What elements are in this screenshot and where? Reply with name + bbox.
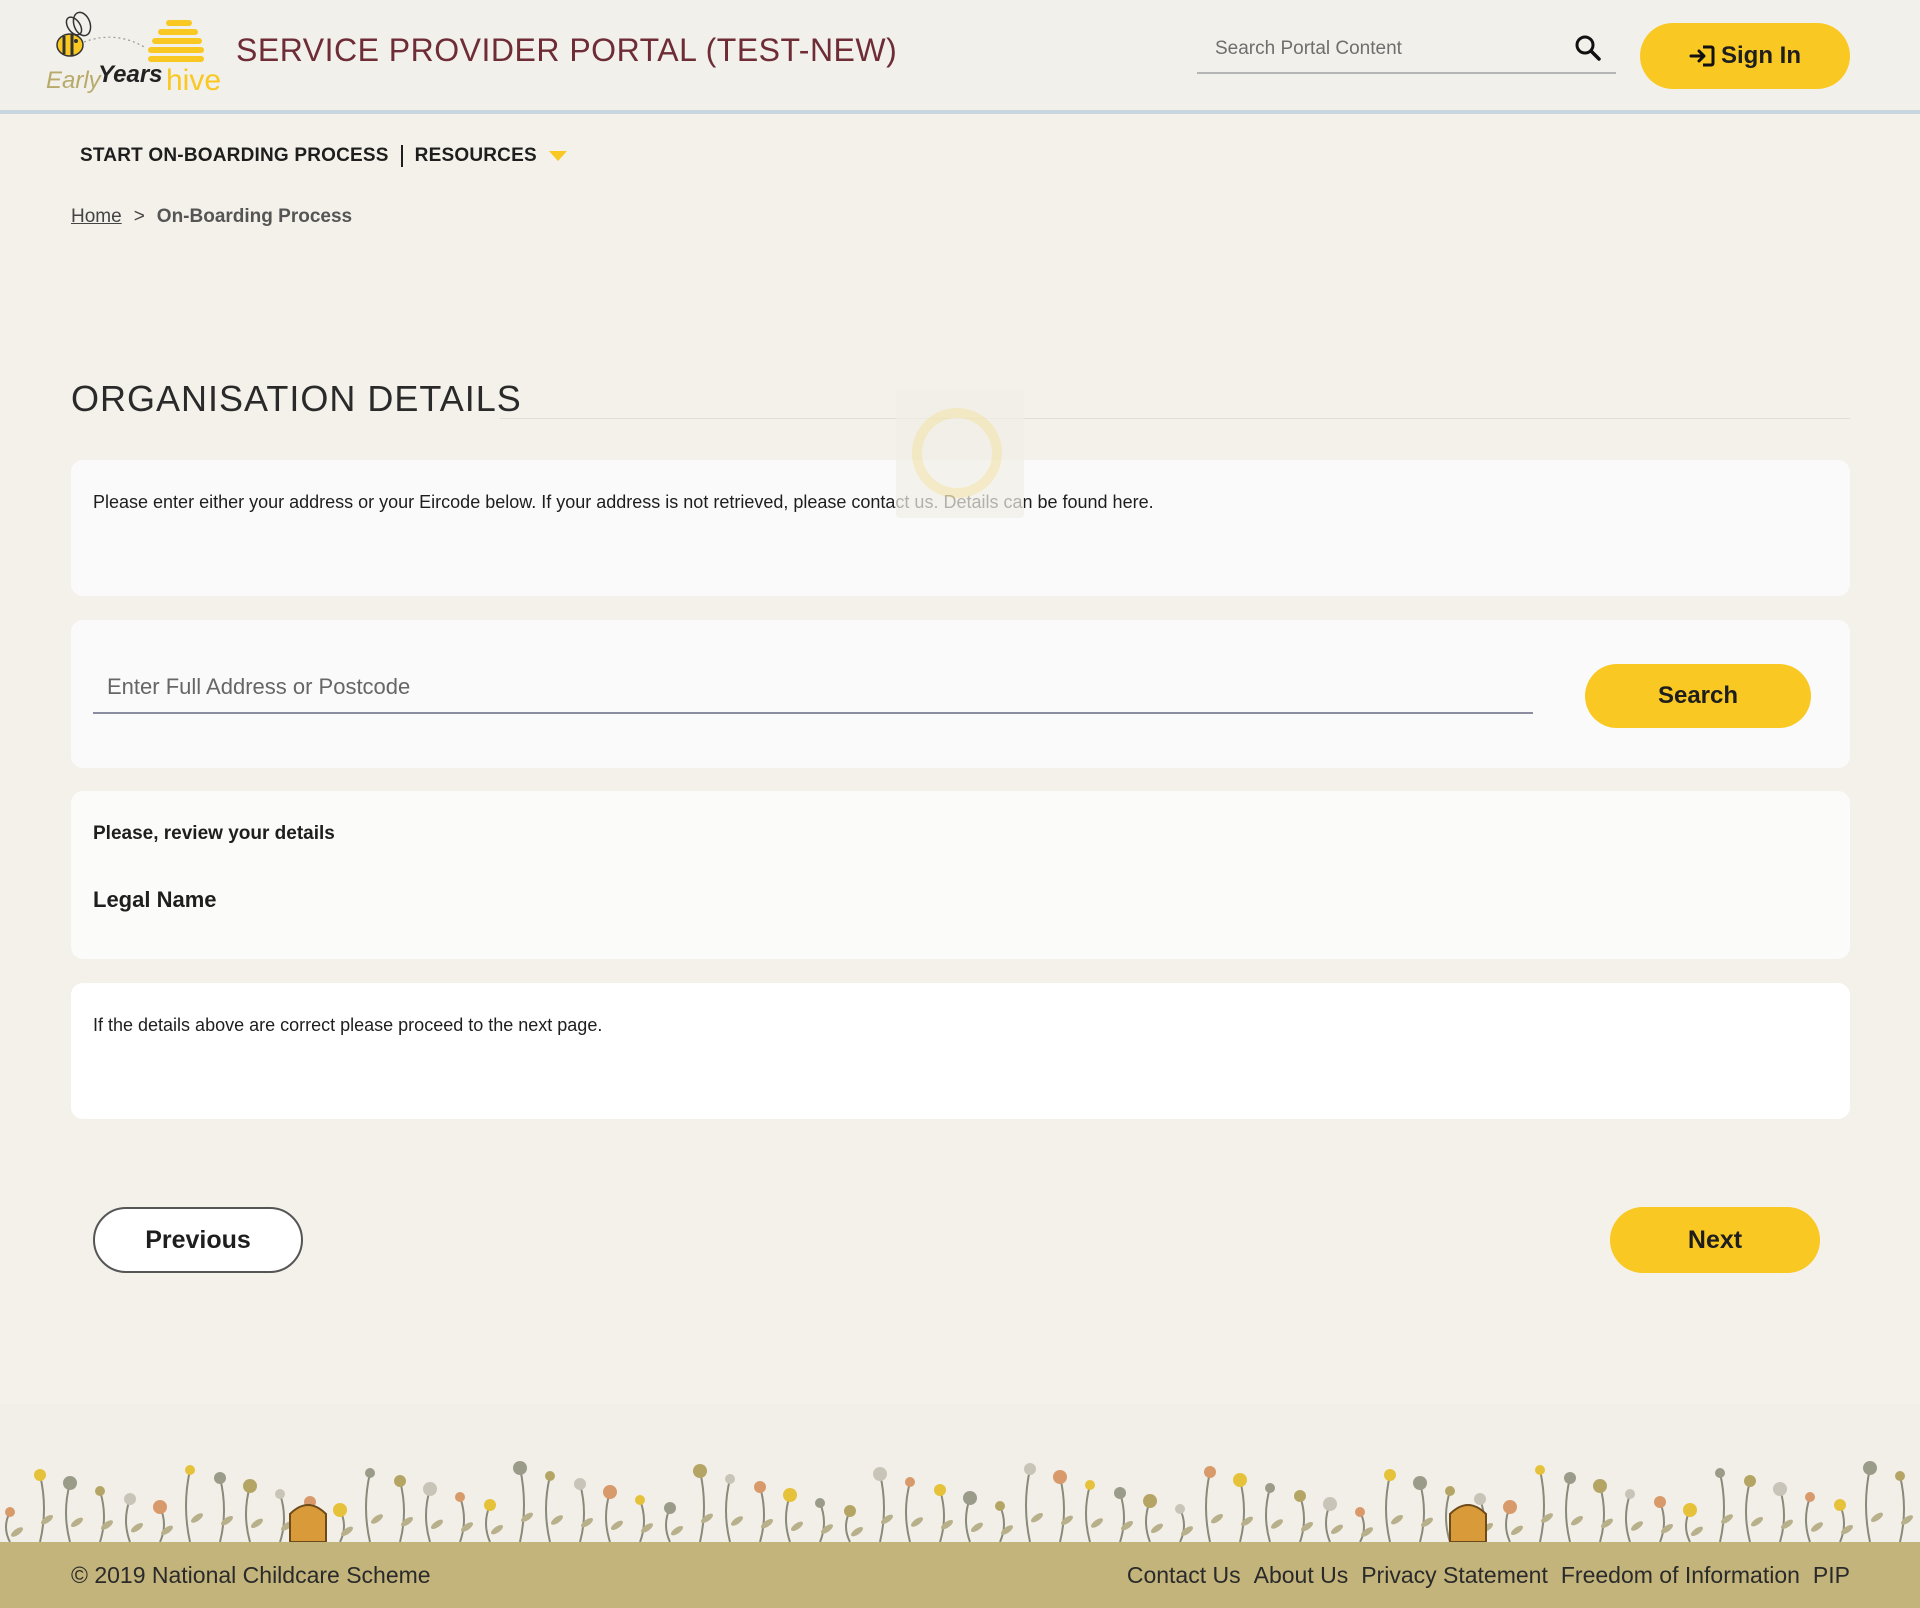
spinner-ring (912, 408, 1002, 498)
footer-links: Contact Us About Us Privacy Statement Fr… (1127, 1562, 1850, 1589)
svg-text:hive: hive (166, 64, 221, 97)
sign-in-label: Sign In (1721, 42, 1801, 69)
dropdown-caret-icon[interactable] (548, 151, 567, 161)
footer-link-freedom-of-information[interactable]: Freedom of Information (1561, 1562, 1800, 1589)
footer-link-about-us[interactable]: About Us (1254, 1562, 1349, 1589)
bee-logo-icon (56, 11, 147, 57)
main-nav: START ON-BOARDING PROCESS RESOURCES (80, 142, 567, 170)
footer-flower-decoration (0, 1404, 1920, 1542)
footer-link-pip[interactable]: PIP (1813, 1562, 1850, 1589)
site-footer: © 2019 National Childcare Scheme Contact… (0, 1542, 1920, 1608)
nav-item-resources[interactable]: RESOURCES (415, 145, 537, 167)
breadcrumb: Home > On-Boarding Process (71, 206, 352, 228)
review-title: Please, review your details (93, 823, 335, 844)
address-input[interactable] (93, 662, 1533, 714)
search-icon[interactable] (1574, 34, 1602, 62)
confirm-card: If the details above are correct please … (71, 983, 1850, 1119)
sign-in-button[interactable]: Sign In (1640, 23, 1850, 89)
nav-separator (400, 145, 403, 167)
breadcrumb-current: On-Boarding Process (156, 206, 353, 227)
review-details-card: Please, review your details Legal Name (71, 791, 1850, 959)
confirm-text: If the details above are correct please … (93, 1015, 603, 1035)
legal-name-label: Legal Name (93, 887, 217, 912)
previous-button[interactable]: Previous (93, 1207, 303, 1273)
loading-spinner-icon (896, 390, 1024, 518)
portal-search-input[interactable] (1215, 36, 1555, 62)
early-years-hive-logo[interactable]: Early Years hive (46, 10, 236, 100)
svg-text:Years: Years (98, 61, 163, 88)
breadcrumb-home-link[interactable]: Home (71, 206, 122, 228)
site-header: Early Years hive SERVICE PROVIDER PORTAL… (0, 0, 1920, 114)
sign-in-icon (1689, 45, 1715, 67)
address-search-card: Search (71, 620, 1850, 768)
copyright-text: © 2019 National Childcare Scheme (71, 1562, 431, 1588)
page-title: ORGANISATION DETAILS (71, 378, 522, 419)
title-divider (500, 418, 1850, 419)
svg-text:Early: Early (46, 67, 103, 94)
nav-item-start-onboarding[interactable]: START ON-BOARDING PROCESS (80, 145, 389, 167)
breadcrumb-separator: > (133, 206, 145, 227)
footer-link-privacy-statement[interactable]: Privacy Statement (1361, 1562, 1548, 1589)
footer-link-contact-us[interactable]: Contact Us (1127, 1562, 1241, 1589)
portal-search (1197, 24, 1616, 74)
address-search-button[interactable]: Search (1585, 664, 1811, 728)
next-button[interactable]: Next (1610, 1207, 1820, 1273)
portal-title: SERVICE PROVIDER PORTAL (TEST-NEW) (236, 32, 898, 68)
